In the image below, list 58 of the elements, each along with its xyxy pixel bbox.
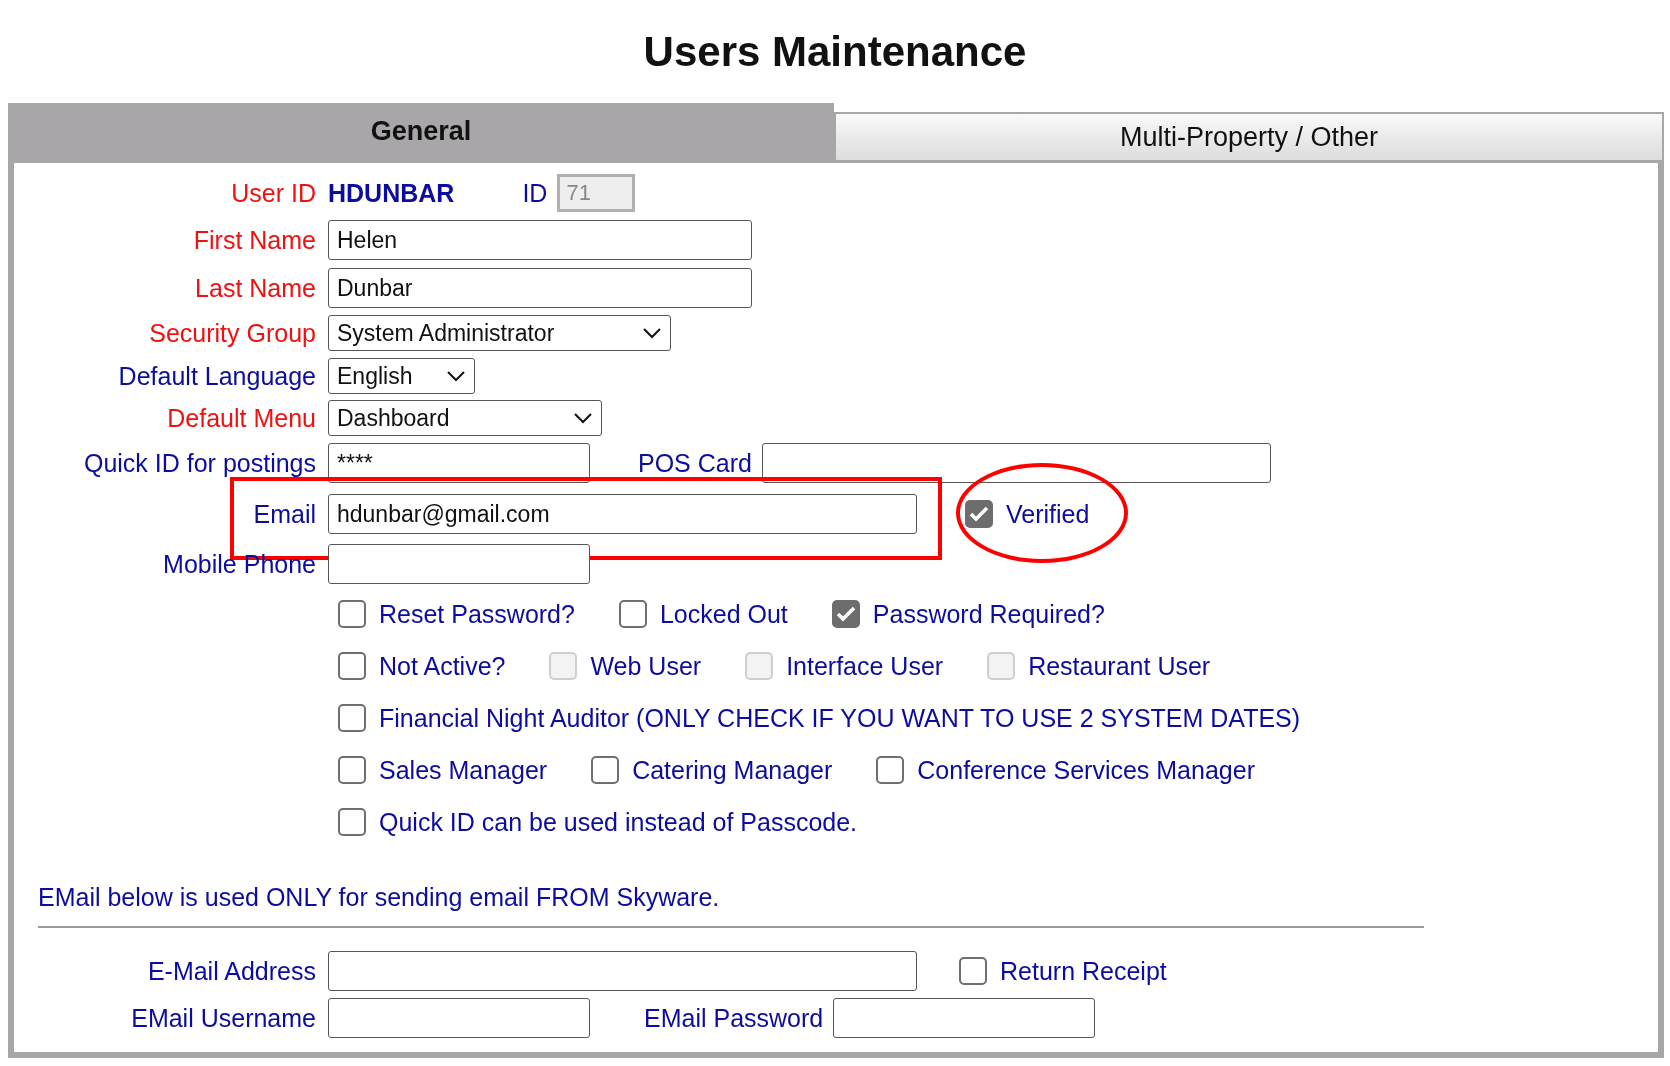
checkbox-item[interactable]: Password Required?: [831, 599, 1105, 629]
user-id-value: HDUNBAR: [328, 178, 455, 208]
checkbox-item[interactable]: Verified: [965, 499, 1090, 529]
checkbox[interactable]: [591, 756, 620, 784]
field-label: Default Language: [117, 361, 317, 391]
chevron-down-icon: [573, 412, 593, 424]
checkbox[interactable]: [338, 756, 366, 784]
checkbox-item[interactable]: Not Active?: [338, 651, 506, 681]
field-label: ID: [522, 178, 548, 208]
checkbox-item[interactable]: Locked Out: [618, 599, 788, 629]
checkbox[interactable]: [831, 600, 860, 628]
checkbox[interactable]: [876, 756, 905, 784]
checkbox-item[interactable]: Return Receipt: [959, 956, 1167, 986]
field-label: First Name: [192, 225, 317, 255]
field-label: EMail Username: [130, 1003, 317, 1033]
checkbox-item[interactable]: Sales Manager: [338, 755, 548, 785]
text-field[interactable]: [833, 998, 1096, 1038]
id-field: 71: [557, 174, 636, 212]
text-field[interactable]: Dunbar: [328, 268, 752, 308]
field-label: POS Card: [638, 448, 752, 478]
field-label: Email: [252, 499, 317, 529]
checkbox-item[interactable]: Conference Services Manager: [876, 755, 1255, 785]
note-text: EMail below is used ONLY for sending email FROM Skyware.: [38, 882, 721, 912]
checkbox-item[interactable]: Financial Night Auditor (ONLY CHECK IF YOU WANT TO USE 2 SYSTEM DATES): [338, 703, 1301, 733]
text-field[interactable]: hdunbar@gmail.com: [328, 494, 917, 534]
text-field[interactable]: [328, 951, 917, 991]
text-field[interactable]: [328, 998, 590, 1038]
text-field[interactable]: ****: [328, 443, 590, 483]
chevron-down-icon: [642, 327, 662, 339]
checkmark-icon: [969, 506, 989, 522]
dropdown[interactable]: System Administrator: [328, 315, 671, 351]
field-label: User ID: [230, 178, 317, 208]
page-title: Users Maintenance: [642, 26, 1028, 77]
checkbox[interactable]: [338, 808, 366, 836]
text-field[interactable]: [761, 443, 1271, 483]
field-label: Last Name: [194, 273, 317, 303]
text-field[interactable]: [328, 544, 590, 584]
tab[interactable]: Multi-Property / Other: [834, 112, 1664, 160]
field-label: Quick ID for postings: [82, 448, 317, 478]
field-label: E-Mail Address: [146, 956, 317, 986]
checkmark-icon: [835, 606, 856, 622]
checkbox[interactable]: [338, 704, 366, 732]
field-label: EMail Password: [644, 1003, 824, 1033]
checkbox[interactable]: [338, 652, 366, 680]
tab[interactable]: General: [8, 103, 834, 160]
checkbox[interactable]: [338, 600, 366, 628]
dropdown[interactable]: Dashboard: [328, 400, 602, 436]
checkbox-item[interactable]: Catering Manager: [591, 755, 833, 785]
dropdown[interactable]: English: [328, 358, 475, 394]
checkbox[interactable]: [965, 500, 993, 528]
checkbox[interactable]: [618, 600, 647, 628]
field-label: Security Group: [148, 318, 317, 348]
checkbox-item[interactable]: Quick ID can be used instead of Passcode.: [338, 807, 858, 837]
chevron-down-icon: [446, 370, 466, 382]
checkbox[interactable]: [959, 957, 987, 985]
text-field[interactable]: Helen: [328, 220, 752, 260]
field-label: Default Menu: [166, 403, 317, 433]
checkbox-item[interactable]: Reset Password?: [338, 599, 575, 629]
